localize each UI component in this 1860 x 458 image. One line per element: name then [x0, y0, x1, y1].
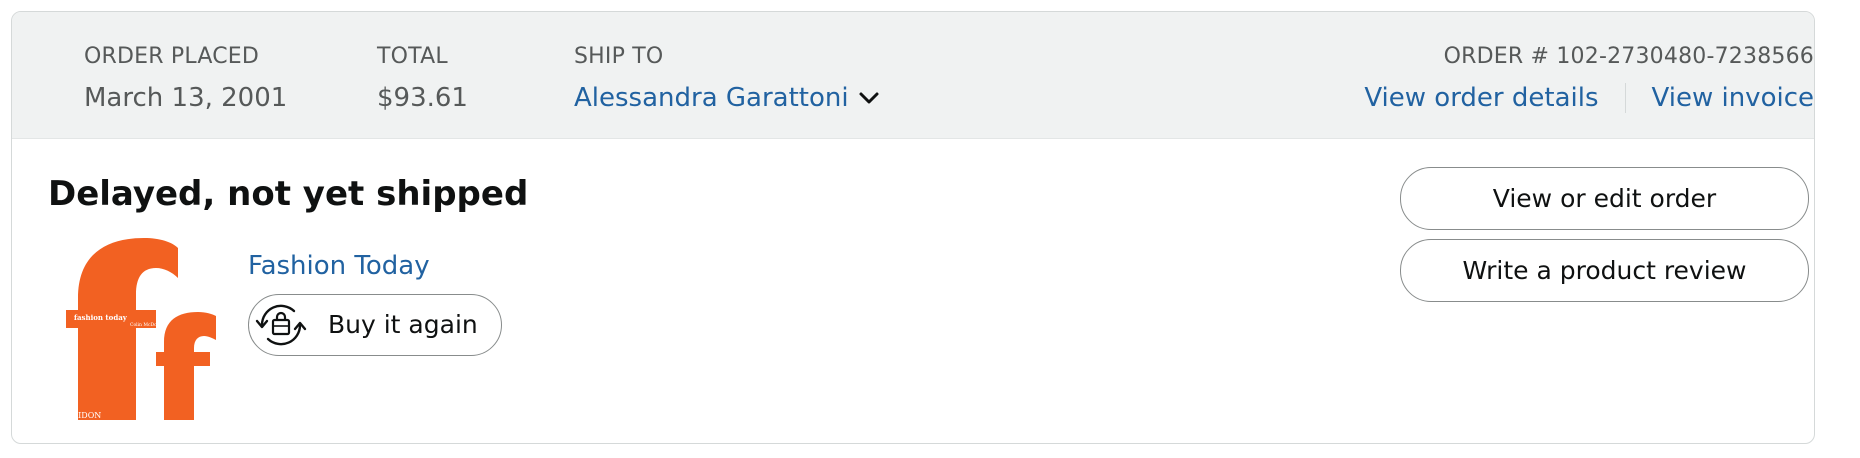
- product-title-link[interactable]: Fashion Today: [248, 250, 430, 282]
- shipment-status: Delayed, not yet shipped: [48, 174, 529, 214]
- chevron-down-icon: [859, 92, 879, 104]
- buy-again-label: Buy it again: [328, 310, 478, 339]
- view-order-details-link[interactable]: View order details: [1364, 82, 1598, 114]
- total-value: $93.61: [377, 83, 468, 113]
- order-card: ORDER PLACED March 13, 2001 TOTAL $93.61…: [11, 11, 1815, 444]
- cover-author: Colin McDowell: [130, 322, 167, 328]
- order-number: ORDER # 102-2730480-7238566: [1443, 44, 1814, 69]
- book-cover-image: fashion today Colin McDowell PHAIDON: [60, 238, 216, 420]
- buy-again-icon: [255, 304, 307, 346]
- write-review-button[interactable]: Write a product review: [1400, 239, 1809, 302]
- cover-title: fashion today: [74, 313, 128, 322]
- link-divider: [1624, 83, 1626, 113]
- order-info-group: ORDER # 102-2730480-7238566 View order d…: [1254, 44, 1814, 114]
- ship-to-group: SHIP TO Alessandra Garattoni: [574, 44, 881, 114]
- view-edit-order-button[interactable]: View or edit order: [1400, 167, 1809, 230]
- ship-to-name: Alessandra Garattoni: [574, 83, 849, 113]
- ship-to-label: SHIP TO: [574, 44, 664, 69]
- view-invoice-link[interactable]: View invoice: [1652, 82, 1814, 114]
- total-group: TOTAL $93.61: [377, 44, 468, 114]
- order-placed-value: March 13, 2001: [84, 83, 288, 113]
- order-header: ORDER PLACED March 13, 2001 TOTAL $93.61…: [12, 12, 1814, 139]
- order-placed-group: ORDER PLACED March 13, 2001: [84, 44, 287, 114]
- cover-publisher: PHAIDON: [60, 411, 101, 420]
- order-placed-label: ORDER PLACED: [84, 44, 260, 69]
- product-image[interactable]: fashion today Colin McDowell PHAIDON: [60, 238, 216, 420]
- total-label: TOTAL: [377, 44, 448, 69]
- ship-to-dropdown[interactable]: Alessandra Garattoni: [574, 82, 881, 114]
- buy-again-button[interactable]: Buy it again: [248, 294, 502, 356]
